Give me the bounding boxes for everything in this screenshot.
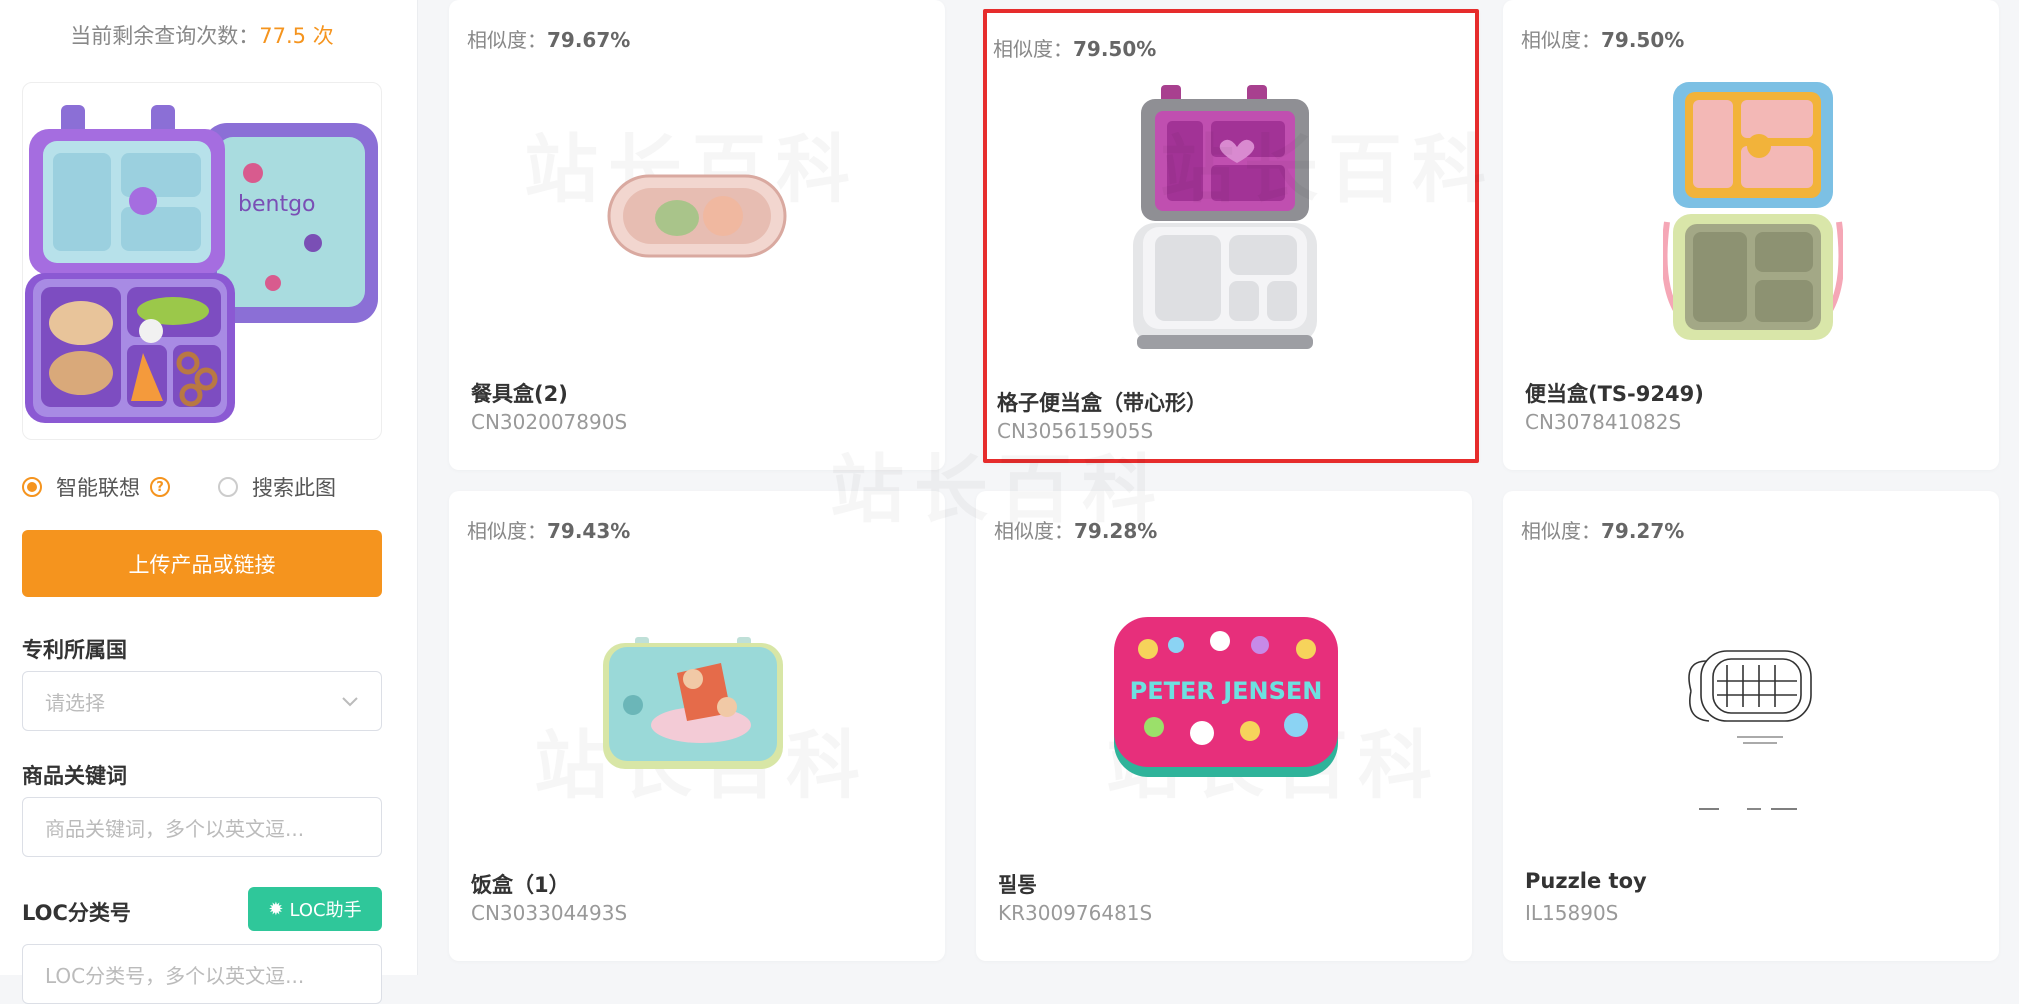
patent-number: CN303304493S	[471, 901, 628, 925]
query-quota: 当前剩余查询次数：77.5 次	[70, 24, 334, 48]
smart-association-radio[interactable]	[22, 477, 42, 497]
quota-count: 77.5 次	[259, 24, 334, 48]
product-keyword-label: 商品关键词	[22, 764, 127, 788]
result-image	[1663, 82, 1843, 340]
loc-assistant-button[interactable]: ✹ LOC助手	[248, 887, 382, 931]
search-this-image-radio[interactable]	[218, 477, 238, 497]
similarity-score: 相似度：79.43%	[467, 519, 631, 543]
patent-country-label: 专利所属国	[22, 638, 127, 662]
lunchbox-query-image: bentgo	[25, 105, 378, 423]
similarity-score: 相似度：79.50%	[1521, 28, 1685, 52]
similarity-score: 相似度：79.28%	[994, 519, 1158, 543]
product-name: 餐具盒(2)	[471, 382, 568, 406]
result-image: PETER JENSEN	[1114, 617, 1338, 777]
result-image	[607, 174, 787, 258]
loc-class-label: LOC分类号	[22, 901, 131, 925]
patent-number: IL15890S	[1525, 901, 1619, 925]
similarity-score: 相似度：79.50%	[993, 37, 1157, 61]
upload-product-button[interactable]: 上传产品或链接	[22, 530, 382, 597]
loc-class-input[interactable]: LOC分类号，多个以英文逗...	[22, 944, 382, 1004]
patent-number: CN302007890S	[471, 410, 628, 434]
patent-number: CN305615905S	[997, 419, 1154, 443]
result-image	[603, 637, 783, 769]
query-image-preview: bentgo	[22, 82, 382, 440]
sun-icon: ✹	[268, 898, 284, 920]
result-card[interactable]: 相似度：79.43% 站长百科 饭盒（1） CN303304493S	[449, 491, 945, 961]
result-card-selected[interactable]: 相似度：79.50% 格子便当盒（带心形） CN305615905S	[983, 9, 1479, 463]
result-image	[1688, 650, 1812, 810]
search-sidebar: 当前剩余查询次数：77.5 次 bentgo 智能联想 ? 搜索此图 上传产品或…	[0, 0, 418, 1004]
bentgo-brand-text: bentgo	[238, 192, 316, 217]
product-keyword-input[interactable]: 商品关键词，多个以英文逗...	[22, 797, 382, 857]
result-image	[1133, 85, 1317, 349]
product-name: 便当盒(TS-9249)	[1525, 382, 1704, 406]
search-this-image-label: 搜索此图	[252, 476, 336, 500]
product-name: 格子便当盒（带心形）	[997, 391, 1207, 415]
search-mode-group: 智能联想 ? 搜索此图	[22, 472, 336, 502]
product-name: Puzzle toy	[1525, 869, 1647, 893]
similarity-score: 相似度：79.27%	[1521, 519, 1685, 543]
product-name: 필통	[998, 873, 1037, 897]
similarity-score: 相似度：79.67%	[467, 28, 631, 52]
result-card[interactable]: 相似度：79.67% 站长百科 餐具盒(2) CN302007890S	[449, 0, 945, 470]
chevron-down-icon	[342, 697, 358, 707]
patent-number: KR300976481S	[998, 901, 1153, 925]
result-card[interactable]: 相似度：79.50% 便当盒(TS-9249) CN307841082S	[1503, 0, 1999, 470]
peter-jensen-logo-text: PETER JENSEN	[1130, 677, 1323, 705]
help-icon[interactable]: ?	[150, 477, 170, 497]
result-card[interactable]: 相似度：79.28% 站长百科 PETER JENSEN 필통 KR300976…	[976, 491, 1472, 961]
result-card[interactable]: 相似度：79.27% Puzzle toy IL15890S	[1503, 491, 1999, 961]
product-name: 饭盒（1）	[471, 873, 570, 897]
patent-number: CN307841082S	[1525, 410, 1682, 434]
patent-country-select[interactable]: 请选择	[22, 671, 382, 731]
smart-association-label: 智能联想	[56, 476, 140, 500]
